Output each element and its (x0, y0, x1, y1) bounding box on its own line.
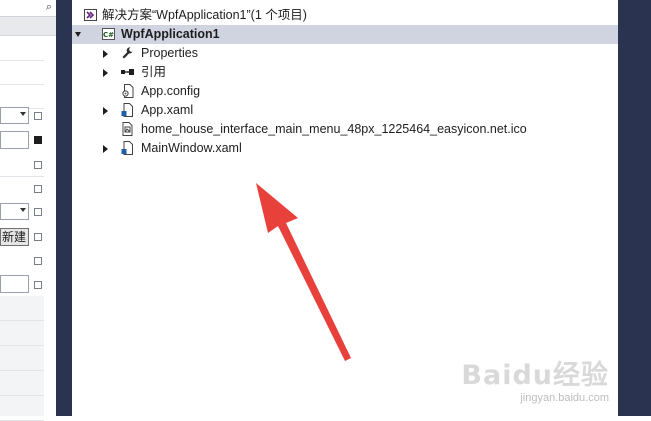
properties-panel: ⌕ 新建 (0, 0, 57, 421)
tree-item-app-xaml[interactable]: App.xaml (72, 101, 618, 120)
property-search-box[interactable]: ⌕ (0, 0, 56, 17)
tree-item-label: home_house_interface_main_menu_48px_1225… (141, 122, 527, 136)
property-row (0, 36, 44, 61)
xaml-file-icon (121, 141, 133, 155)
property-category-band (0, 17, 56, 36)
property-rows-disabled (0, 296, 44, 421)
property-checkbox[interactable] (34, 233, 42, 241)
window-frame-left (56, 0, 72, 416)
tree-item-references[interactable]: 引用 (72, 63, 618, 82)
config-file-icon (122, 84, 134, 98)
property-checkbox[interactable] (34, 136, 42, 144)
property-text-field[interactable] (0, 275, 29, 293)
watermark-url: jingyan.baidu.com (520, 392, 609, 404)
property-text-field[interactable] (0, 131, 29, 149)
tree-item-app-config[interactable]: App.config (72, 82, 618, 101)
property-checkbox[interactable] (34, 112, 42, 120)
tree-item-label: App.config (141, 84, 201, 98)
tree-item-label: Properties (141, 46, 198, 60)
tree-item-label: MainWindow.xaml (141, 141, 242, 155)
new-button[interactable]: 新建 (0, 228, 29, 246)
property-checkbox[interactable] (34, 185, 42, 193)
property-row (0, 84, 44, 109)
collapsed-triangle-icon[interactable] (101, 63, 109, 82)
ico-file-icon (122, 122, 133, 136)
solution-title: 解决方案“WpfApplication1”(1 个项目) (102, 8, 307, 22)
expanded-triangle-icon[interactable] (74, 25, 82, 44)
tree-item-properties[interactable]: Properties (72, 44, 618, 63)
project-name: WpfApplication1 (121, 27, 220, 41)
property-checkbox[interactable] (34, 257, 42, 265)
property-dropdown[interactable] (0, 107, 29, 124)
tree-item-ico-file[interactable]: home_house_interface_main_menu_48px_1225… (72, 120, 618, 139)
collapsed-triangle-icon[interactable] (101, 139, 109, 158)
property-dropdown[interactable] (0, 203, 29, 220)
chevron-down-icon (20, 112, 26, 116)
property-checkbox[interactable] (34, 161, 42, 169)
chevron-down-icon (20, 208, 26, 212)
solution-node[interactable]: 解决方案“WpfApplication1”(1 个项目) (72, 6, 618, 25)
collapsed-triangle-icon[interactable] (101, 101, 109, 120)
property-checkbox[interactable] (34, 208, 42, 216)
watermark: Baidu经验 jingyan.baidu.com (461, 353, 609, 404)
tree-item-label: App.xaml (141, 103, 194, 117)
property-checkbox[interactable] (34, 281, 42, 289)
solution-icon (84, 9, 97, 21)
window-frame-right (618, 0, 651, 416)
property-row (0, 60, 44, 85)
collapsed-triangle-icon[interactable] (101, 44, 109, 63)
watermark-logo: Baidu经验 (461, 360, 609, 391)
csharp-project-icon: C# (102, 28, 115, 40)
search-icon[interactable]: ⌕ (46, 1, 52, 14)
project-badge-text: C# (103, 31, 114, 39)
wrench-icon (122, 47, 133, 59)
tree-item-mainwindow-xaml[interactable]: MainWindow.xaml (72, 139, 618, 158)
project-node[interactable]: C# WpfApplication1 (72, 25, 618, 44)
tree-item-label: 引用 (141, 65, 167, 79)
xaml-file-icon (121, 103, 133, 117)
references-icon (121, 69, 134, 75)
